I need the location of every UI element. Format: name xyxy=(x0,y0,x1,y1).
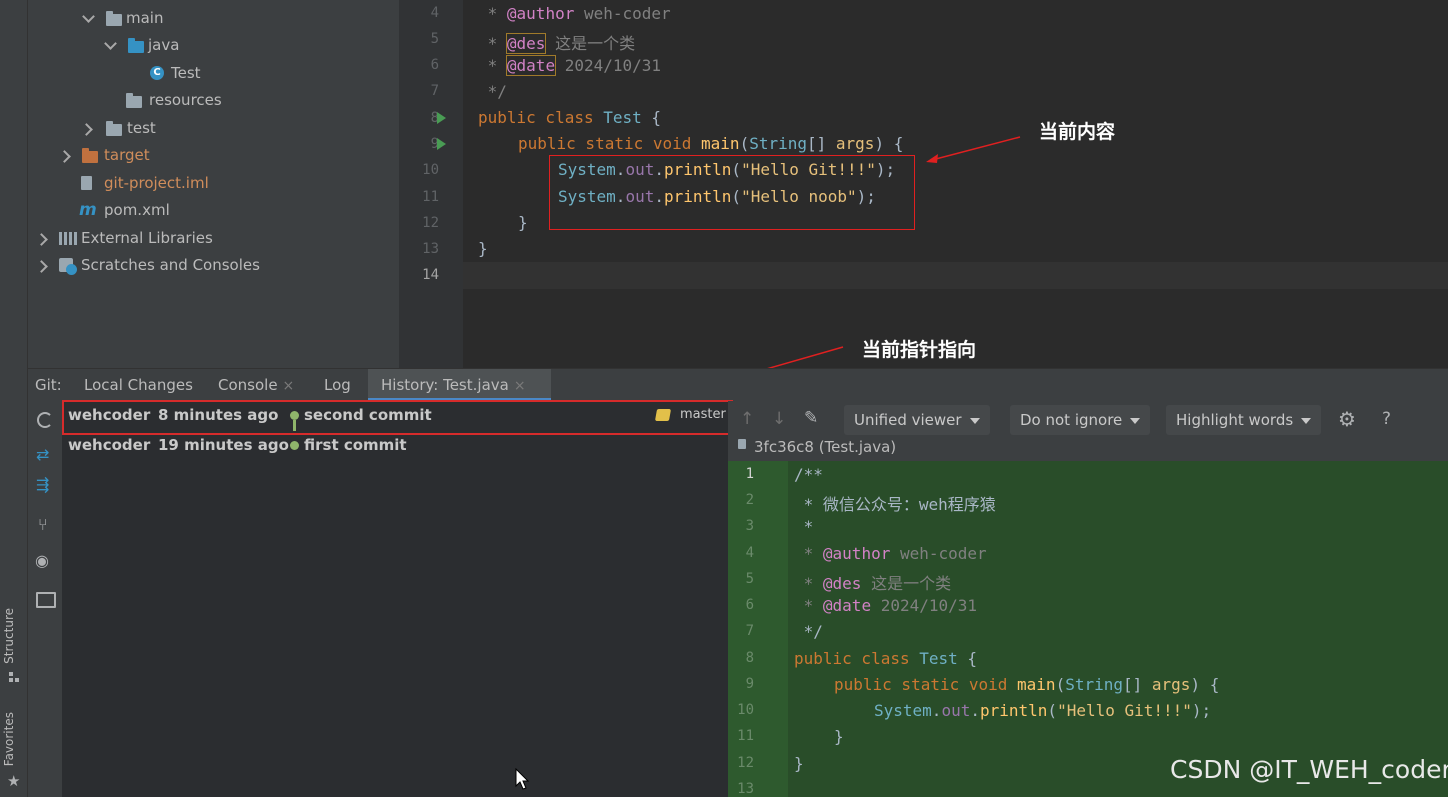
code-token: public static void xyxy=(834,675,1018,694)
line-number: 7 xyxy=(745,623,754,639)
compare-icon[interactable]: ⇄ xyxy=(36,445,49,464)
history-list: wehcoder 8 minutes ago second commit mas… xyxy=(62,400,733,797)
tab-console[interactable]: Console × xyxy=(218,369,294,401)
line-number: 1 xyxy=(745,466,754,482)
unified-viewer-dropdown[interactable]: Unified viewer xyxy=(844,405,990,435)
git-side-toolbar: ⇄ ⇶ ⑂ ◉ xyxy=(28,401,63,797)
prev-diff-icon[interactable]: ↑ xyxy=(740,409,754,429)
highlight-dropdown[interactable]: Highlight words xyxy=(1166,405,1322,435)
eye-icon[interactable]: ◉ xyxy=(35,551,49,570)
code-token: [] xyxy=(1123,675,1152,694)
dropdown-label: Unified viewer xyxy=(854,411,962,429)
code-token: @author xyxy=(822,544,891,563)
arrow-line xyxy=(931,136,1021,161)
line-number: 3 xyxy=(745,518,754,534)
code-token: * xyxy=(794,574,823,593)
compare-with-local-icon[interactable]: ⇶ xyxy=(36,475,49,494)
help-icon[interactable]: ? xyxy=(1382,409,1391,429)
line-number: 5 xyxy=(745,571,754,587)
next-diff-icon[interactable]: ↓ xyxy=(772,409,786,429)
code-token: String xyxy=(1065,675,1123,694)
diff-code[interactable]: /** * 微信公众号：weh程序猿 * * @author weh-coder… xyxy=(788,461,1448,797)
code-token: ) { xyxy=(1190,675,1220,694)
code-token: { xyxy=(957,649,978,668)
line-number: 6 xyxy=(745,597,754,613)
dropdown-label: Do not ignore xyxy=(1020,411,1123,429)
refresh-icon[interactable] xyxy=(37,412,53,428)
commit-node xyxy=(290,441,299,450)
code-token: 这是一个类 xyxy=(861,574,952,593)
code-token: "Hello Git!!!" xyxy=(1057,701,1192,720)
code-token: args xyxy=(1151,675,1191,694)
tab-local-changes[interactable]: Local Changes xyxy=(84,369,193,401)
edit-icon[interactable]: ✎ xyxy=(804,408,818,428)
code-line: */ xyxy=(794,622,823,641)
line-number: 8 xyxy=(745,650,754,666)
git-label: Git: xyxy=(35,376,62,394)
branch-icon[interactable]: ⑂ xyxy=(38,515,48,534)
line-number: 11 xyxy=(737,728,754,744)
diff-pane: ↑ ↓ ✎ Unified viewer Do not ignore Highl… xyxy=(728,401,1448,797)
code-token: * xyxy=(794,544,823,563)
tab-label: Console xyxy=(218,376,278,394)
watermark: CSDN @IT_WEH_coder xyxy=(1170,755,1448,784)
commit-message: first commit xyxy=(304,436,407,454)
line-number: 13 xyxy=(737,781,754,797)
git-tabbar: Git: Local Changes Console × Log History:… xyxy=(28,368,1448,402)
diff-gutter: 1 2 3 4 5 6 7 8 9 10 11 12 13 xyxy=(728,461,788,797)
close-icon[interactable]: × xyxy=(283,378,295,394)
line-number: 4 xyxy=(745,545,754,561)
code-token: weh-coder xyxy=(890,544,987,563)
ignore-dropdown[interactable]: Do not ignore xyxy=(1010,405,1151,435)
cursor-icon xyxy=(515,768,530,790)
code-line: /** xyxy=(794,465,823,484)
code-line: * xyxy=(794,517,814,536)
close-icon[interactable]: × xyxy=(514,378,526,394)
code-token: ); xyxy=(1191,701,1212,720)
commit-time: 19 minutes ago xyxy=(158,436,289,454)
code-line: } xyxy=(794,754,804,773)
line-number: 10 xyxy=(737,702,754,718)
code-token: ( xyxy=(1055,675,1066,694)
highlight-box xyxy=(62,400,733,435)
line-number: 9 xyxy=(745,676,754,692)
history-row[interactable]: wehcoder 19 minutes ago first commit xyxy=(62,431,728,459)
commit-author: wehcoder xyxy=(68,436,151,454)
code-token: . xyxy=(970,701,980,720)
chevron-down-icon xyxy=(1301,417,1312,424)
tab-history[interactable]: History: Test.java × xyxy=(368,369,551,401)
arrow-head xyxy=(926,154,938,163)
code-token: * xyxy=(794,596,823,615)
code-token: out xyxy=(941,701,971,720)
gear-icon[interactable]: ⚙ xyxy=(1338,407,1356,431)
lock-icon xyxy=(738,439,746,449)
diff-file-label: 3fc36c8 (Test.java) xyxy=(754,438,897,456)
code-line: * 微信公众号：weh程序猿 xyxy=(794,495,996,514)
code-token: 2024/10/31 xyxy=(871,596,978,615)
tab-label: History: Test.java xyxy=(381,376,509,394)
code-token: ( xyxy=(1047,701,1058,720)
code-token: . xyxy=(931,701,942,720)
code-token: Test xyxy=(919,649,958,668)
code-token: main xyxy=(1017,675,1056,694)
code-token: public class xyxy=(794,649,920,668)
tab-log[interactable]: Log xyxy=(324,369,351,401)
dropdown-label: Highlight words xyxy=(1176,411,1294,429)
chevron-down-icon xyxy=(1130,417,1141,424)
layout-icon[interactable] xyxy=(36,592,56,608)
code-token: @date xyxy=(822,596,872,615)
code-token: println xyxy=(979,701,1048,720)
line-number: 2 xyxy=(745,492,754,508)
code-token: System xyxy=(874,701,932,720)
code-line: } xyxy=(834,727,844,746)
chevron-down-icon xyxy=(969,417,980,424)
code-token: @des xyxy=(822,574,862,593)
line-number: 12 xyxy=(737,755,754,771)
